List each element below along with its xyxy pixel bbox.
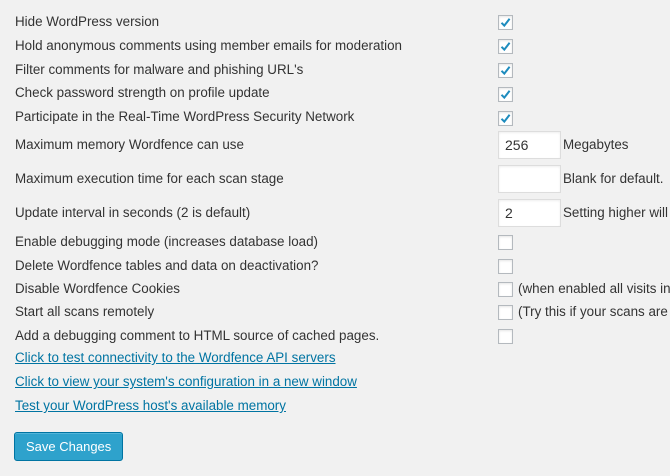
setting-label: Start all scans remotely [15,304,155,319]
check-password-checkbox[interactable] [498,87,513,102]
hide-wp-version-checkbox[interactable] [498,15,513,30]
checkmark-icon [500,18,511,28]
setting-label: Filter comments for malware and phishing… [15,62,304,77]
start-scans-remotely-note: (Try this if your scans are [518,304,668,319]
setting-label: Delete Wordfence tables and data on deac… [15,258,319,273]
debugging-mode-checkbox[interactable] [498,235,513,250]
checkmark-icon [500,42,511,52]
disable-cookies-checkbox[interactable] [498,282,513,297]
setting-label: Check password strength on profile updat… [15,85,270,100]
hold-anon-comments-checkbox[interactable] [498,39,513,54]
setting-label: Participate in the Real-Time WordPress S… [15,109,355,124]
max-memory-unit: Megabytes [563,137,629,152]
disable-cookies-note: (when enabled all visits in [518,281,670,296]
max-memory-input[interactable]: 256 [498,131,561,159]
max-exec-time-input[interactable] [498,165,561,193]
setting-label: Add a debugging comment to HTML source o… [15,328,380,343]
update-interval-hint: Setting higher will [563,205,668,220]
setting-label: Enable debugging mode (increases databas… [15,234,318,249]
checkmark-icon [500,114,511,124]
delete-tables-checkbox[interactable] [498,259,513,274]
setting-label: Hide WordPress version [15,14,160,29]
max-exec-time-hint: Blank for default. [563,171,664,186]
setting-label: Disable Wordfence Cookies [15,281,180,296]
filter-comments-checkbox[interactable] [498,63,513,78]
save-changes-button[interactable]: Save Changes [14,432,124,461]
update-interval-input[interactable]: 2 [498,199,561,227]
setting-label: Maximum execution time for each scan sta… [15,171,284,186]
test-connectivity-link[interactable]: Click to test connectivity to the Wordfe… [15,350,336,365]
setting-label: Hold anonymous comments using member ema… [15,38,403,53]
debug-comment-checkbox[interactable] [498,329,513,344]
checkmark-icon [500,66,511,76]
checkmark-icon [500,90,511,100]
setting-label: Maximum memory Wordfence can use [15,137,244,152]
participate-network-checkbox[interactable] [498,111,513,126]
view-config-link[interactable]: Click to view your system's configuratio… [15,374,357,389]
test-memory-link[interactable]: Test your WordPress host's available mem… [15,398,286,413]
setting-label: Update interval in seconds (2 is default… [15,205,251,220]
start-scans-remotely-checkbox[interactable] [498,305,513,320]
